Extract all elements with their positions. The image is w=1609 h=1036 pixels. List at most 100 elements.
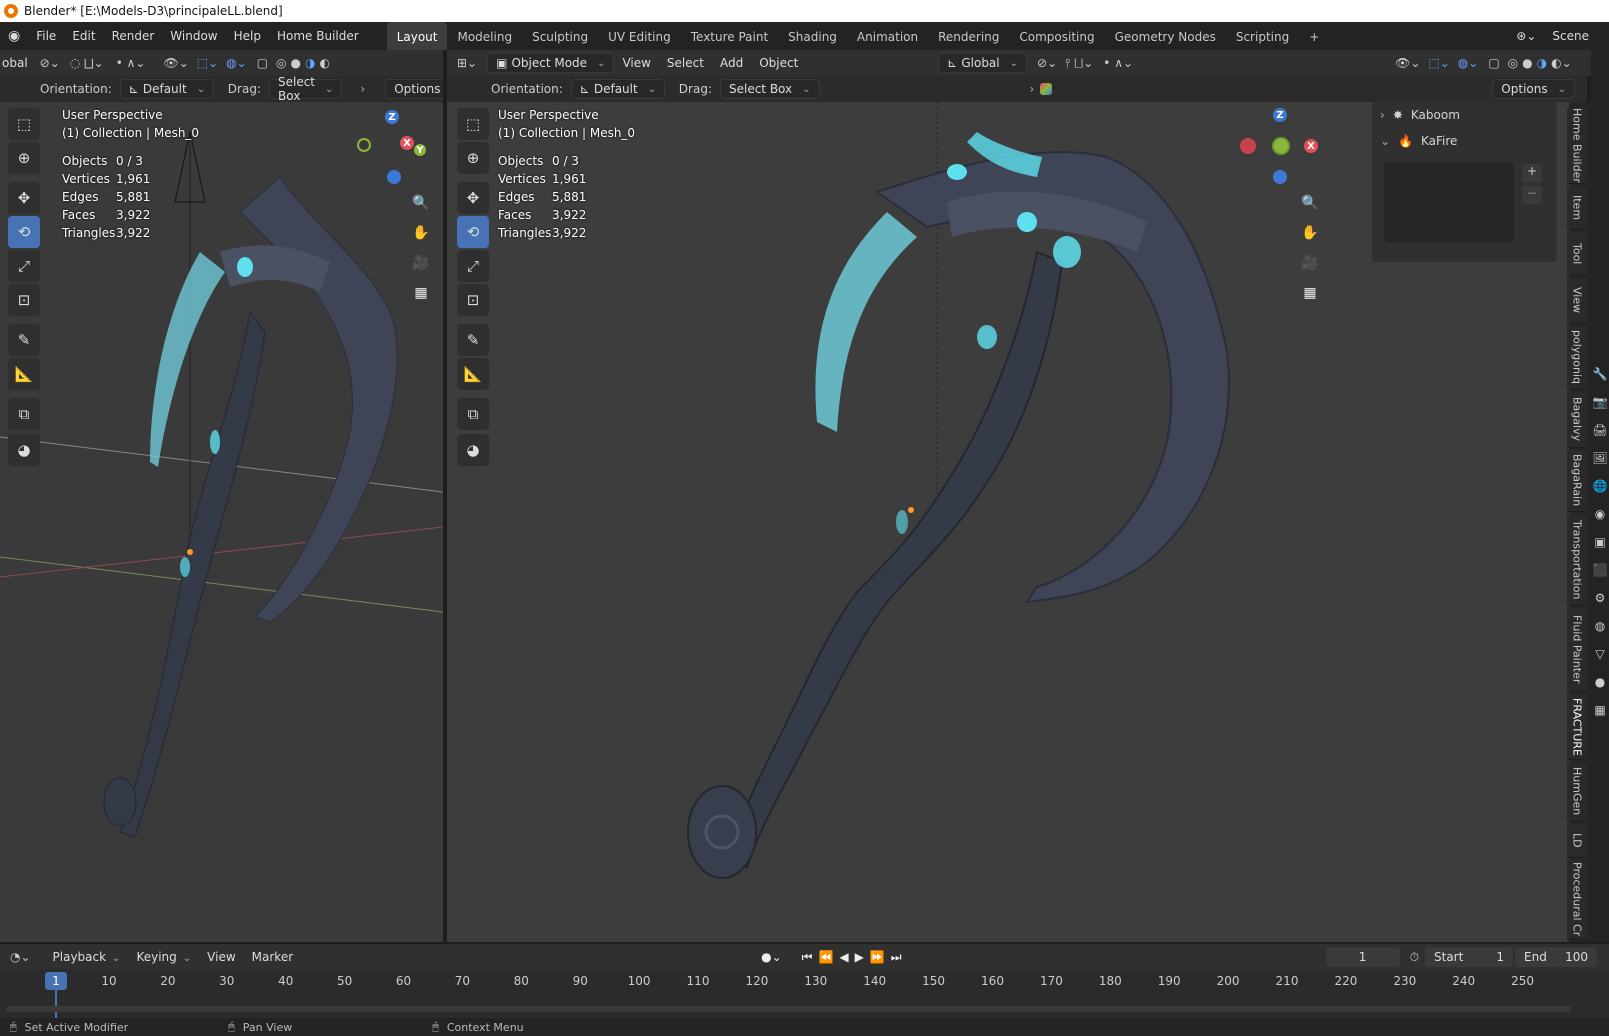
transform-orientation-dropdown[interactable]: ⊾ Global <box>938 53 1028 73</box>
menu-window[interactable]: Window <box>162 22 225 50</box>
selectability-icon[interactable]: 👁⌄ <box>1395 56 1420 70</box>
zoom-icon[interactable]: 🔍 <box>408 190 434 216</box>
menu-select[interactable]: Select <box>659 49 712 77</box>
drag-dropdown[interactable]: Select Box <box>268 75 343 103</box>
menu-timeline-view[interactable]: View <box>199 943 243 971</box>
cursor-tool-icon[interactable]: ⊕ <box>8 142 40 174</box>
transform-orientation-label[interactable]: obal <box>0 56 28 70</box>
right-gizmo-x-icon[interactable]: X <box>1304 139 1318 153</box>
timeline-ruler[interactable]: 1 10 20 30 40 50 60 70 80 90 100 110 120 130 140 150 160… <box>0 970 1609 1018</box>
stopwatch-icon[interactable]: ⏱ <box>1410 950 1419 965</box>
right-gizmo-y-icon[interactable] <box>1272 137 1290 155</box>
properties-icons[interactable]: 🔧 📷 🖨 🖼 🌐 ◉ ▣ ⬛ ⚙ ◍ ▽ ● ▦ <box>1591 360 1609 724</box>
right-rotate-tool-icon[interactable]: ⟲ <box>457 216 489 248</box>
tab-layout[interactable]: Layout <box>386 22 448 50</box>
menu-marker[interactable]: Marker <box>244 943 301 971</box>
menu-view[interactable]: View <box>614 49 658 77</box>
right-gizmo-neg-x-icon[interactable] <box>1240 138 1256 154</box>
tab-item[interactable]: Item <box>1567 186 1587 230</box>
playback-controls[interactable]: ⏮⏪◀▶⏩⏭ <box>802 950 908 965</box>
right-color-cube-icon[interactable] <box>1040 83 1053 95</box>
right-zoom-icon[interactable]: 🔍 <box>1297 190 1323 216</box>
scene-icon[interactable]: ⊛⌄ <box>1508 22 1544 50</box>
menu-file[interactable]: File <box>28 22 64 50</box>
panel-item-kafire[interactable]: ⌄ 🔥 KaFire <box>1372 128 1557 154</box>
tab-transportation[interactable]: Transportation <box>1567 514 1587 606</box>
mode-dropdown[interactable]: ▣ Object Mode <box>487 53 615 73</box>
tab-polygoniq[interactable]: polygoniq <box>1567 326 1587 390</box>
current-frame-field[interactable]: 1 <box>1325 947 1400 967</box>
viewport-solid-icon[interactable]: ● <box>1522 56 1532 70</box>
tab-ld[interactable]: LD <box>1567 824 1587 858</box>
tab-fluid-painter[interactable]: Fluid Painter <box>1567 608 1587 692</box>
snapping-icon[interactable]: ⫯ ⨆⌄ <box>1065 56 1093 71</box>
pan-hand-icon[interactable]: ✋ <box>408 220 434 246</box>
select-box-tool-icon[interactable]: ⬚ <box>8 108 40 140</box>
annotate-tool-icon[interactable]: ✎ <box>8 324 40 356</box>
add-workspace-button[interactable]: + <box>1299 22 1329 50</box>
right-select-box-tool-icon[interactable]: ⬚ <box>457 108 489 140</box>
tab-sculpting[interactable]: Sculpting <box>522 22 598 50</box>
tab-scripting[interactable]: Scripting <box>1226 22 1299 50</box>
move-tool-icon[interactable]: ✥ <box>8 182 40 214</box>
tab-shading[interactable]: Shading <box>778 22 847 50</box>
viewport-material-icon[interactable]: ◑ <box>1537 56 1547 70</box>
shading-material-icon[interactable]: ◑ <box>305 56 315 70</box>
xray-icon[interactable]: ▢ <box>257 56 268 70</box>
viewport-rendered-icon[interactable]: ◐⌄ <box>1551 56 1572 70</box>
right-gizmo-neg-z-icon[interactable] <box>1273 170 1287 184</box>
right-scale-tool-icon[interactable]: ⤢ <box>457 250 489 282</box>
right-camera-view-icon[interactable]: 🎥 <box>1297 250 1323 276</box>
tab-animation[interactable]: Animation <box>847 22 928 50</box>
remove-item-button[interactable]: − <box>1522 186 1542 204</box>
pivot-point-icon[interactable]: ⊘⌄ <box>1037 56 1057 70</box>
right-drag-dropdown[interactable]: Select Box <box>719 79 820 99</box>
tab-bagalvy[interactable]: Bagalvy <box>1567 392 1587 448</box>
add-item-button[interactable]: + <box>1522 164 1542 182</box>
camera-view-icon[interactable]: 🎥 <box>408 250 434 276</box>
menu-keying[interactable]: Keying <box>128 943 199 971</box>
right-add-cube-tool-icon[interactable]: ⧉ <box>457 398 489 430</box>
scene-selector[interactable]: Scene <box>1544 22 1609 50</box>
tab-view[interactable]: View <box>1567 278 1587 324</box>
left-3d-viewport[interactable]: User Perspective (1) Collection | Mesh_0… <box>0 102 443 942</box>
orientation-dropdown[interactable]: ⊾ Default <box>119 79 214 99</box>
gizmo-neg-z-icon[interactable] <box>387 170 401 184</box>
tab-rendering[interactable]: Rendering <box>928 22 1009 50</box>
editor-type-icon[interactable]: ⊞⌄ <box>457 56 477 70</box>
menu-home-builder[interactable]: Home Builder <box>269 22 367 50</box>
tab-compositing[interactable]: Compositing <box>1009 22 1104 50</box>
right-pan-hand-icon[interactable]: ✋ <box>1297 220 1323 246</box>
right-options-button[interactable]: Options <box>1492 79 1575 99</box>
gizmo-x-icon[interactable]: X <box>400 136 414 150</box>
right-chevron-icon[interactable]: › <box>1030 82 1035 96</box>
options-button[interactable]: Options <box>385 79 450 99</box>
end-frame-field[interactable]: End 100 <box>1515 947 1597 967</box>
menu-add[interactable]: Add <box>712 49 751 77</box>
menu-object[interactable]: Object <box>751 49 806 77</box>
show-gizmo-icon[interactable]: ⬚⌄ <box>1428 56 1449 70</box>
right-measure-tool-icon[interactable]: 📐 <box>457 358 489 390</box>
right-perspective-grid-icon[interactable]: ▦ <box>1297 280 1323 306</box>
chevron-right-icon[interactable]: › <box>360 82 365 96</box>
menu-playback[interactable]: Playback <box>45 943 129 971</box>
pivot-icon[interactable]: • ∧⌄ <box>116 56 146 70</box>
tab-bagarain[interactable]: BagaRain <box>1567 450 1587 512</box>
proportional-edit-icon[interactable]: ◌ ⨆⌄ <box>70 56 104 71</box>
tab-tool[interactable]: Tool <box>1567 232 1587 276</box>
tab-procedural[interactable]: Procedural Cr <box>1567 860 1587 940</box>
rotate-tool-icon[interactable]: ⟲ <box>8 216 40 248</box>
shading-wireframe-icon[interactable]: ◎ <box>276 56 286 70</box>
gizmo-neg-y-icon[interactable] <box>357 138 371 152</box>
right-custom-tool-icon[interactable]: ◕ <box>457 434 489 466</box>
kafire-list[interactable] <box>1384 162 1514 242</box>
right-cursor-tool-icon[interactable]: ⊕ <box>457 142 489 174</box>
menu-help[interactable]: Help <box>226 22 269 50</box>
right-3d-viewport[interactable]: User Perspective (1) Collection | Mesh_0… <box>447 102 1569 942</box>
right-move-tool-icon[interactable]: ✥ <box>457 182 489 214</box>
viewport-wireframe-icon[interactable]: ◎ <box>1508 56 1518 70</box>
tab-modeling[interactable]: Modeling <box>447 22 522 50</box>
visibility-icon[interactable]: 👁⌄ <box>163 56 188 70</box>
shading-solid-icon[interactable]: ● <box>291 56 301 70</box>
tab-fracture[interactable]: FRACTURE <box>1567 694 1587 760</box>
